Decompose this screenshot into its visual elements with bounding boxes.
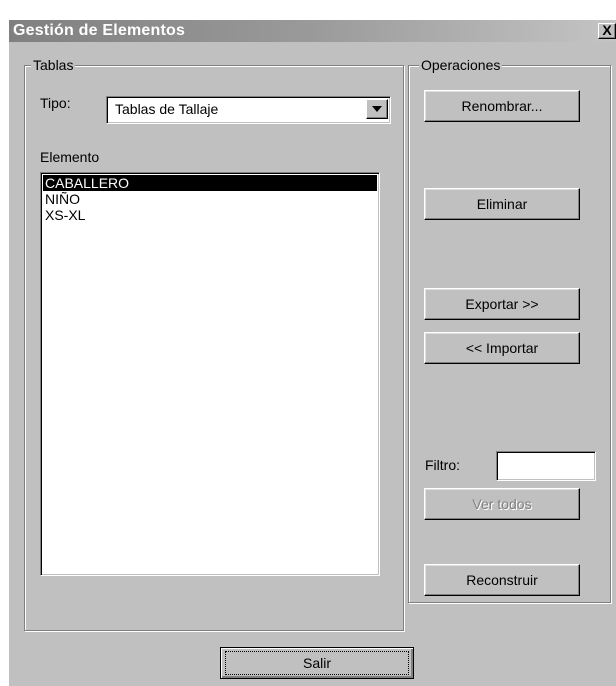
view-all-button-label: Ver todos xyxy=(472,496,532,512)
export-button[interactable]: Exportar >> xyxy=(424,288,580,320)
chevron-down-icon xyxy=(372,106,382,112)
title-bar[interactable]: Gestión de Elementos X xyxy=(9,20,616,42)
exit-button[interactable]: Salir xyxy=(220,647,414,679)
dropdown-arrow-button[interactable] xyxy=(366,99,388,119)
rebuild-button-label: Reconstruir xyxy=(466,572,538,588)
operations-group: Operaciones Renombrar... Eliminar Export… xyxy=(408,56,611,603)
element-list[interactable]: CABALLERO NIÑO XS-XL xyxy=(40,172,380,576)
focus-rectangle xyxy=(225,651,409,675)
rename-button-label: Renombrar... xyxy=(461,98,543,114)
list-item[interactable]: NIÑO xyxy=(43,191,377,207)
close-button[interactable]: X xyxy=(598,23,616,39)
rename-button[interactable]: Renombrar... xyxy=(424,90,580,122)
window-title: Gestión de Elementos xyxy=(13,22,186,39)
tipo-label: Tipo: xyxy=(40,95,71,111)
list-item[interactable]: XS-XL xyxy=(43,207,377,223)
operations-group-label: Operaciones xyxy=(419,56,503,74)
view-all-button[interactable]: Ver todos xyxy=(424,488,580,520)
element-management-dialog: Gestión de Elementos X Tablas Tipo: Tabl… xyxy=(9,20,616,686)
delete-button-label: Eliminar xyxy=(476,196,528,212)
tables-group-label: Tablas xyxy=(31,56,76,74)
delete-button[interactable]: Eliminar xyxy=(424,188,580,220)
tables-group: Tablas Tipo: Tablas de Tallaje Elemento … xyxy=(24,56,404,631)
rebuild-button[interactable]: Reconstruir xyxy=(424,564,580,596)
filter-input[interactable] xyxy=(496,451,596,481)
import-button[interactable]: << Importar xyxy=(424,332,580,364)
import-button-label: << Importar xyxy=(465,340,539,356)
tipo-dropdown-value: Tablas de Tallaje xyxy=(115,101,219,117)
tipo-dropdown[interactable]: Tablas de Tallaje xyxy=(106,96,391,124)
filter-label: Filtro: xyxy=(425,457,460,473)
export-button-label: Exportar >> xyxy=(465,296,539,312)
elemento-label: Elemento xyxy=(40,149,100,165)
list-item[interactable]: CABALLERO xyxy=(43,175,377,191)
